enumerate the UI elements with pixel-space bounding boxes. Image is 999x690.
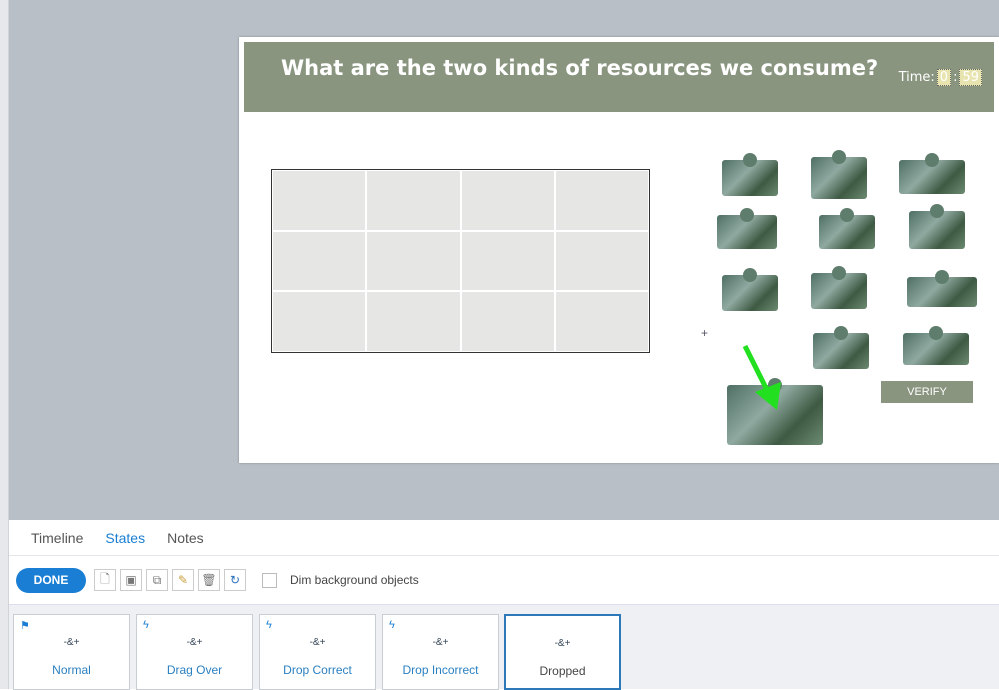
timer-label: Time: bbox=[898, 70, 935, 85]
tab-notes[interactable]: Notes bbox=[167, 530, 204, 546]
slide-header: What are the two kinds of resources we c… bbox=[244, 42, 994, 112]
arrow-icon bbox=[742, 344, 781, 410]
drop-cell[interactable] bbox=[367, 231, 460, 291]
piece-knob bbox=[840, 208, 854, 222]
timer-minutes: 0 bbox=[936, 69, 952, 86]
piece-knob bbox=[929, 326, 943, 340]
puzzle-piece[interactable] bbox=[813, 326, 869, 369]
drop-cell[interactable] bbox=[555, 292, 648, 351]
drop-cell[interactable] bbox=[461, 231, 554, 291]
states-list: ⚑ -&+ Normal ϟ -&+ Drag Over ϟ -&+ Drop Correc… bbox=[9, 604, 999, 690]
puzzle-piece[interactable] bbox=[717, 208, 777, 249]
new-state-icon[interactable]: 🗋 bbox=[94, 569, 116, 591]
puzzle-piece[interactable] bbox=[903, 326, 969, 365]
state-label: Dropped bbox=[539, 664, 586, 678]
state-drop-incorrect[interactable]: ϟ -&+ Drop Incorrect bbox=[382, 614, 499, 690]
puzzle-piece[interactable] bbox=[819, 208, 875, 249]
lightning-icon: ϟ bbox=[143, 619, 149, 631]
slide: What are the two kinds of resources we c… bbox=[239, 37, 999, 463]
drop-cell[interactable] bbox=[367, 292, 460, 351]
state-label: Drag Over bbox=[166, 663, 223, 677]
verify-button[interactable]: VERIFY bbox=[881, 381, 973, 403]
state-normal[interactable]: ⚑ -&+ Normal bbox=[13, 614, 130, 690]
edit-icon[interactable]: ✎ bbox=[172, 569, 194, 591]
state-drop-correct[interactable]: ϟ -&+ Drop Correct bbox=[259, 614, 376, 690]
piece-knob bbox=[743, 268, 757, 282]
puzzle-piece[interactable] bbox=[722, 268, 778, 311]
piece-knob bbox=[834, 326, 848, 340]
state-label: Drop Incorrect bbox=[402, 663, 479, 677]
state-label: Normal bbox=[52, 663, 91, 677]
drop-cell[interactable] bbox=[367, 171, 460, 230]
piece-knob bbox=[832, 266, 846, 280]
drop-cell[interactable] bbox=[555, 231, 648, 291]
piece-knob bbox=[925, 153, 939, 167]
piece-knob bbox=[930, 204, 944, 218]
timer-separator: : bbox=[953, 70, 958, 85]
image-icon[interactable]: ▣ bbox=[120, 569, 142, 591]
stage-canvas: What are the two kinds of resources we c… bbox=[9, 0, 999, 520]
state-dropped[interactable]: -&+ Dropped bbox=[504, 614, 621, 690]
state-thumbnail: -&+ bbox=[186, 637, 203, 648]
puzzle-piece[interactable] bbox=[907, 270, 977, 307]
piece-knob bbox=[740, 208, 754, 222]
lightning-icon: ϟ bbox=[389, 619, 395, 631]
states-toolbar: DONE 🗋 ▣ ⧉ ✎ 🗑 ↻ Dim background objects bbox=[9, 556, 999, 604]
timer-seconds: 59 bbox=[959, 69, 982, 86]
done-button[interactable]: DONE bbox=[16, 567, 86, 593]
drop-cell[interactable] bbox=[555, 171, 648, 230]
state-thumbnail: -&+ bbox=[63, 637, 80, 648]
delete-icon[interactable]: 🗑 bbox=[198, 569, 220, 591]
bottom-panel: Timeline States Notes DONE 🗋 ▣ ⧉ ✎ 🗑 ↻ D… bbox=[9, 520, 999, 690]
slide-title: What are the two kinds of resources we c… bbox=[281, 56, 879, 80]
plus-marker: + bbox=[701, 326, 709, 340]
tab-states[interactable]: States bbox=[105, 530, 145, 546]
piece-knob bbox=[935, 270, 949, 284]
drop-cell[interactable] bbox=[273, 231, 366, 291]
state-thumbnail: -&+ bbox=[432, 637, 449, 648]
piece-knob bbox=[832, 150, 846, 164]
state-drag-over[interactable]: ϟ -&+ Drag Over bbox=[136, 614, 253, 690]
state-thumbnail: -&+ bbox=[554, 638, 571, 649]
puzzle-piece[interactable] bbox=[811, 266, 867, 309]
drop-cell[interactable] bbox=[461, 292, 554, 351]
drop-cell[interactable] bbox=[273, 171, 366, 230]
drop-cell[interactable] bbox=[273, 292, 366, 351]
reset-icon[interactable]: ↻ bbox=[224, 569, 246, 591]
dim-background-label: Dim background objects bbox=[290, 573, 419, 587]
puzzle-drop-grid[interactable] bbox=[271, 169, 650, 353]
flag-icon: ⚑ bbox=[20, 620, 30, 632]
panel-tabs: Timeline States Notes bbox=[9, 520, 999, 556]
timer: Time: 0 : 59 bbox=[899, 69, 982, 86]
left-strip bbox=[0, 0, 9, 689]
state-label: Drop Correct bbox=[283, 663, 352, 677]
dim-background-checkbox[interactable] bbox=[262, 572, 277, 588]
piece-knob bbox=[743, 153, 757, 167]
puzzle-piece[interactable] bbox=[722, 153, 778, 196]
tab-timeline[interactable]: Timeline bbox=[31, 530, 83, 546]
puzzle-piece[interactable] bbox=[909, 204, 965, 249]
puzzle-piece[interactable] bbox=[811, 150, 867, 199]
state-thumbnail: -&+ bbox=[309, 637, 326, 648]
lightning-icon: ϟ bbox=[266, 619, 272, 631]
drop-cell[interactable] bbox=[461, 171, 554, 230]
puzzle-piece[interactable] bbox=[899, 153, 965, 194]
duplicate-icon[interactable]: ⧉ bbox=[146, 569, 168, 591]
